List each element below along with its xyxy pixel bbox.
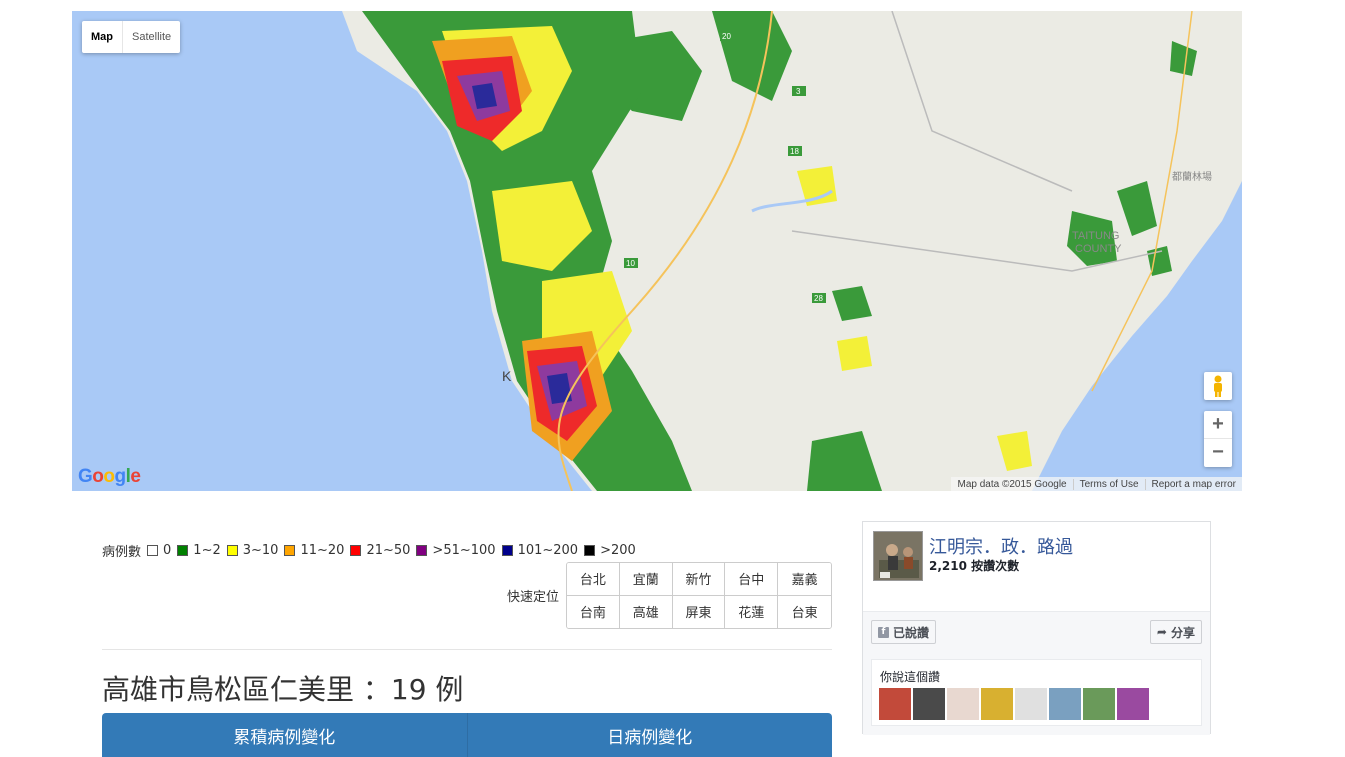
route-label-20: 20	[722, 32, 731, 41]
map-type-satellite-button[interactable]: Satellite	[123, 21, 180, 53]
legend-label-1: 1~2	[193, 543, 221, 558]
facebook-icon: f	[878, 626, 889, 638]
quick-locate-tainan-button[interactable]: 台南	[567, 595, 620, 628]
friends-like-label: 你說這個讚	[880, 670, 941, 684]
page-name-link[interactable]: 江明宗．政．路過	[929, 533, 1073, 559]
legend-item-0: 0	[141, 543, 171, 558]
street-view-pegman[interactable]	[1204, 372, 1232, 400]
pegman-icon	[1214, 375, 1222, 397]
legend-label-6: 101~200	[517, 543, 579, 558]
facebook-page-plugin: 江明宗．政．路過 2,210 按讚次數 f 已說讚 ➦ 分享 你說這個讚	[862, 521, 1211, 735]
friend-avatar[interactable]	[913, 688, 945, 720]
legend-swatch-3	[284, 545, 296, 556]
legend-label-5: >51~100	[432, 543, 496, 558]
friend-avatar[interactable]	[947, 688, 979, 720]
facebook-action-bar: f 已說讚 ➦ 分享 你說這個讚	[863, 611, 1210, 735]
zoom-control: + −	[1204, 411, 1232, 467]
quick-locate-hualien-button[interactable]: 花蓮	[725, 595, 779, 628]
legend-label-4: 21~50	[366, 543, 411, 558]
friends-who-like-box: 你說這個讚	[871, 659, 1202, 726]
legend-swatch-5	[416, 545, 428, 556]
friend-avatar[interactable]	[1117, 688, 1149, 720]
legend-swatch-2	[226, 545, 238, 556]
report-map-error-link[interactable]: Report a map error	[1144, 478, 1242, 490]
tab-daily-cases[interactable]: 日病例變化	[467, 713, 832, 757]
tab-cumulative-cases[interactable]: 累積病例變化	[102, 713, 468, 757]
quick-locate-kaohsiung-button[interactable]: 高雄	[619, 595, 673, 628]
legend-label-3: 11~20	[300, 543, 345, 558]
legend-item-6: 101~200	[496, 543, 579, 558]
legend-swatch-4	[350, 545, 362, 556]
quick-locate-grid: 台北 宜蘭 新竹 台中 嘉義 台南 高雄 屏東 花蓮 台東	[566, 562, 832, 629]
legend-swatch-1	[177, 545, 189, 556]
route-label-18: 18	[790, 147, 799, 156]
quick-locate-yilan-button[interactable]: 宜蘭	[619, 563, 673, 596]
chart-tabs: 累積病例變化 日病例變化	[102, 713, 832, 757]
quick-locate-taitung-button[interactable]: 台東	[778, 595, 831, 628]
legend-item-7: >200	[578, 543, 636, 558]
page-like-count: 2,210 按讚次數	[929, 559, 1020, 573]
zoom-in-button[interactable]: +	[1204, 411, 1232, 439]
quick-locate-pingtung-button[interactable]: 屏東	[672, 595, 726, 628]
friend-avatar[interactable]	[1083, 688, 1115, 720]
place-label-kaohsiung: K	[502, 368, 512, 384]
page-profile-picture[interactable]	[873, 531, 923, 581]
friend-avatar[interactable]	[1015, 688, 1047, 720]
case-count-legend: 病例數 0 1~2 3~10 11~20 21~50 >51~100 101~2…	[102, 541, 636, 560]
map-canvas[interactable]: TAITUNG COUNTY 都蘭林場 K 20 10 3 18 28	[72, 11, 1242, 491]
profile-photo-image	[874, 532, 922, 580]
legend-label-2: 3~10	[242, 543, 279, 558]
legend-label-7: >200	[600, 543, 636, 558]
legend-title: 病例數	[102, 545, 142, 560]
route-label-3: 3	[796, 87, 801, 96]
share-arrow-icon: ➦	[1156, 625, 1167, 639]
friend-avatars	[879, 688, 1149, 720]
section-divider	[102, 649, 832, 650]
legend-swatch-0	[147, 545, 159, 556]
selected-village-heading: 高雄市鳥松區仁美里 ：19 例	[102, 673, 464, 706]
quick-locate-hsinchu-button[interactable]: 新竹	[672, 563, 726, 596]
legend-swatch-6	[501, 545, 513, 556]
route-label-10: 10	[626, 259, 635, 268]
friend-avatar[interactable]	[879, 688, 911, 720]
liked-label: 已說讚	[893, 625, 930, 640]
place-label-taitung: TAITUNG	[1072, 230, 1119, 242]
quick-locate-taichung-button[interactable]: 台中	[725, 563, 779, 596]
quick-locate-taipei-button[interactable]: 台北	[567, 563, 620, 596]
quick-locate-label: 快速定位	[507, 590, 560, 605]
legend-swatch-7	[584, 545, 596, 556]
legend-item-2: 3~10	[221, 543, 279, 558]
dengue-map[interactable]: TAITUNG COUNTY 都蘭林場 K 20 10 3 18 28 Map …	[72, 11, 1242, 491]
map-type-map-button[interactable]: Map	[82, 21, 123, 53]
google-logo[interactable]: Google	[78, 466, 141, 488]
place-label-forest: 都蘭林場	[1172, 170, 1212, 183]
share-label: 分享	[1170, 625, 1195, 640]
friend-avatar[interactable]	[1049, 688, 1081, 720]
legend-item-3: 11~20	[278, 543, 344, 558]
map-attribution: Map data ©2015 Google Terms of Use Repor…	[951, 477, 1242, 491]
liked-button[interactable]: f 已說讚	[871, 620, 937, 644]
legend-item-4: 21~50	[344, 543, 410, 558]
route-label-28: 28	[814, 294, 823, 303]
share-button[interactable]: ➦ 分享	[1149, 620, 1202, 644]
map-type-control: Map Satellite	[82, 21, 181, 53]
zoom-out-button[interactable]: −	[1204, 439, 1232, 467]
place-label-taitung-county: COUNTY	[1075, 243, 1122, 255]
legend-item-1: 1~2	[171, 543, 221, 558]
legend-item-5: >51~100	[410, 543, 496, 558]
friend-avatar[interactable]	[981, 688, 1013, 720]
map-data-credit: Map data ©2015 Google	[957, 478, 1067, 490]
quick-locate-chiayi-button[interactable]: 嘉義	[778, 563, 831, 596]
terms-of-use-link[interactable]: Terms of Use	[1072, 478, 1145, 490]
legend-label-0: 0	[163, 543, 172, 558]
